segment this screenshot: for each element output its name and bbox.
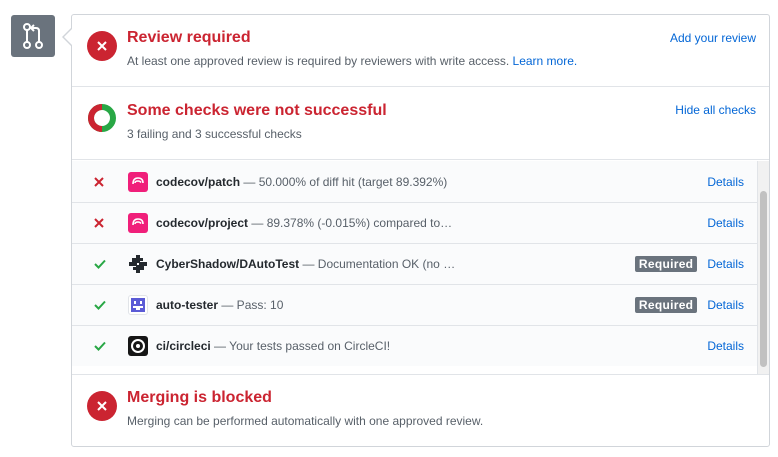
- check-name: codecov/patch: [156, 174, 241, 189]
- review-section: Review required At least one approved re…: [72, 15, 769, 87]
- hide-checks-link[interactable]: Hide all checks: [675, 103, 756, 117]
- check-name: CyberShadow/DAutoTest: [156, 257, 300, 271]
- check-text: CyberShadow/DAutoTest — Documentation OK…: [156, 257, 635, 271]
- merge-description: Merging can be performed automatically w…: [127, 414, 484, 428]
- check-name: ci/circleci: [156, 339, 211, 353]
- check-description: — Your tests passed on CircleCI!: [210, 339, 391, 353]
- details-link[interactable]: Details: [707, 216, 744, 230]
- merge-status-panel: Review required At least one approved re…: [71, 14, 770, 447]
- codecov-icon: [128, 171, 148, 192]
- pull-request-icon: [11, 15, 55, 57]
- merge-title: Merging is blocked: [127, 389, 272, 406]
- learn-more-link[interactable]: Learn more.: [513, 54, 578, 68]
- required-badge: Required: [634, 256, 698, 272]
- success-check-icon: [94, 341, 124, 351]
- checks-scrollbar-thumb[interactable]: [760, 191, 767, 367]
- checks-title: Some checks were not successful: [127, 102, 387, 119]
- review-failed-icon: [87, 31, 117, 61]
- failure-x-icon: [94, 176, 124, 187]
- panel-caret-inner: [64, 29, 72, 45]
- merge-blocked-icon: [87, 391, 117, 421]
- success-check-icon: [94, 259, 124, 269]
- codecov-icon: [128, 213, 148, 233]
- check-description: — 89.378% (-0.015%) compared to…: [248, 216, 453, 230]
- check-name: auto-tester: [156, 298, 219, 312]
- check-row-codecov-patch: codecov/patch — 50.000% of diff hit (tar…: [72, 161, 757, 202]
- check-text: codecov/project — 89.378% (-0.015%) comp…: [156, 216, 707, 230]
- check-text: ci/circleci — Your tests passed on Circl…: [156, 339, 707, 353]
- check-description: — Documentation OK (no …: [299, 257, 456, 271]
- check-row-circleci: ci/circleci — Your tests passed on Circl…: [72, 325, 757, 366]
- checks-list-content: codecov/patch — 50.000% of diff hit (tar…: [72, 161, 757, 366]
- details-link[interactable]: Details: [707, 257, 744, 271]
- details-link[interactable]: Details: [707, 298, 744, 312]
- checks-scrollbar[interactable]: [757, 161, 769, 374]
- check-row-dautotest: CyberShadow/DAutoTest — Documentation OK…: [72, 243, 757, 284]
- auto-tester-icon: [128, 295, 148, 315]
- merge-section: Merging is blocked Merging can be perfor…: [72, 375, 769, 447]
- check-row-auto-tester: auto-tester — Pass: 10 Required Details: [72, 284, 757, 325]
- check-row-codecov-project: codecov/project — 89.378% (-0.015%) comp…: [72, 202, 757, 243]
- review-title: Review required: [127, 29, 251, 46]
- required-badge: Required: [634, 297, 698, 313]
- circleci-icon: [128, 336, 148, 356]
- checks-summary: 3 failing and 3 successful checks: [127, 127, 302, 141]
- checks-donut-icon: [88, 104, 116, 132]
- details-link[interactable]: Details: [707, 339, 744, 353]
- dautotest-icon: [128, 254, 148, 274]
- check-text: codecov/patch — 50.000% of diff hit (tar…: [156, 175, 707, 189]
- check-description: — Pass: 10: [218, 298, 284, 312]
- check-name: codecov/project: [156, 216, 249, 230]
- check-text: auto-tester — Pass: 10: [156, 298, 635, 312]
- review-description: At least one approved review is required…: [127, 54, 577, 68]
- review-description-text: At least one approved review is required…: [127, 54, 510, 68]
- checks-section: Some checks were not successful 3 failin…: [72, 87, 769, 160]
- check-description: — 50.000% of diff hit (target 89.392%): [240, 174, 448, 189]
- details-link[interactable]: Details: [707, 175, 744, 189]
- success-check-icon: [94, 300, 124, 310]
- add-review-link[interactable]: Add your review: [670, 31, 756, 45]
- checks-list[interactable]: codecov/patch — 50.000% of diff hit (tar…: [72, 161, 769, 375]
- failure-x-icon: [94, 218, 124, 228]
